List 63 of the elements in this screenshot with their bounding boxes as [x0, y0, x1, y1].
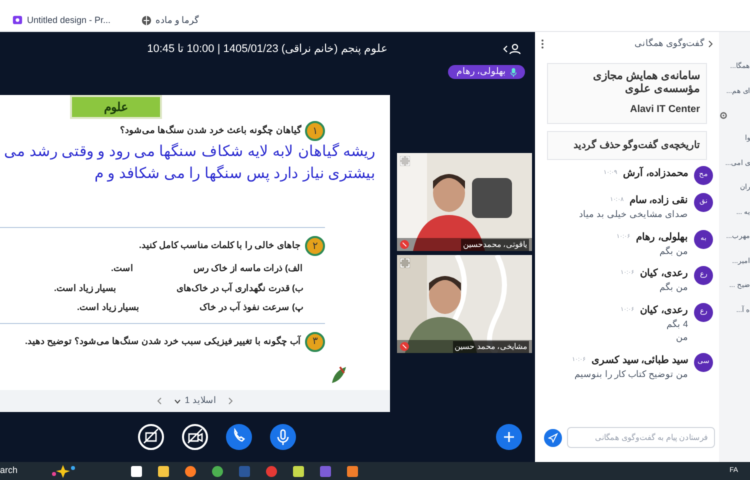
app-icon [12, 14, 23, 26]
question-number: ۳ [305, 332, 325, 352]
question-text: آب چگونه با تغییر فیزیکی سبب خرد شدن سنگ‌ها می‌شود؟ توضیح دهید. [24, 334, 301, 348]
chat-title: گفت‌وگوی همگانی [634, 37, 704, 50]
participant-name: مشایخی، محمد حسین [452, 340, 529, 352]
sender-name: نقی زاده، سام [629, 194, 688, 208]
meeting-title: علوم پنجم (خانم نراقی) 1405/01/23 | 10:00 تا 10:45 [147, 42, 388, 57]
welcome-subtitle: Alavi IT Center [628, 103, 700, 117]
bookmark-link[interactable]: گرما و ماده [140, 14, 199, 27]
slide-selector[interactable]: اسلاید 1 [174, 394, 216, 408]
globe-icon [140, 14, 152, 26]
participant-name: یاقوتی، محمدحسین [460, 238, 529, 250]
handwritten-answer: ریشه گیاهان لابه لایه شکاف سنگها می رود و وقتی رشد می [4, 142, 375, 162]
fill-in-sentence: ب) قدرت نگهداری آب در خاک‌های [176, 282, 303, 295]
message-text: صدای مشایخی خیلی بد میاد [578, 208, 688, 221]
sender-name: بهلولی، رهام [636, 230, 688, 244]
muted-microphone-icon [400, 240, 409, 249]
add-button[interactable] [496, 424, 522, 450]
slide-header: علوم [70, 95, 162, 119]
history-notice: تاریخچه‌ی گفت‌وگو حذف گردید [547, 131, 707, 160]
fill-in-ending: بسیار زیاد است. [76, 301, 140, 314]
microphone-icon [510, 68, 517, 76]
message-text: من بگم [658, 281, 688, 294]
more-options-icon[interactable] [541, 39, 544, 49]
participants-toggle-icon[interactable] [503, 43, 521, 55]
question-number: ۲ [305, 236, 325, 256]
camera-off-button[interactable] [182, 424, 208, 450]
muted-microphone-icon [400, 342, 409, 351]
square-icon[interactable] [346, 464, 359, 478]
caret-icon [174, 398, 181, 404]
message-text: 4 بگم [665, 318, 688, 331]
screen-share-off-button[interactable] [138, 424, 164, 450]
question-text: گیاهان چگونه باعث خرد شدن سنگ‌ها می‌شود؟ [120, 124, 301, 138]
sender-name: سید طبائی، سید کسری [592, 354, 688, 368]
leaf-icon [330, 365, 348, 385]
send-icon [548, 432, 558, 442]
plus-icon [503, 431, 515, 443]
question-number: ۱ [305, 121, 325, 141]
previous-slide-icon[interactable] [156, 397, 162, 405]
taskbar-search[interactable]: arch [0, 464, 88, 478]
fill-in-ending: است. [110, 262, 134, 275]
back-chevron-icon[interactable] [708, 40, 713, 48]
question-text: جاهای خالی را با کلمات مناسب کامل کنید. [138, 239, 301, 252]
handwritten-answer: بیشتری نیاز دارد پس سنگها را می شکافد و م [94, 164, 375, 184]
phone-button[interactable] [226, 424, 252, 450]
record-icon[interactable] [265, 464, 278, 478]
speaker-badge: بهلولی، رهام [448, 65, 525, 79]
sender-name: رعدی، کیان [640, 304, 688, 318]
message-text: من [675, 331, 688, 344]
sender-name: رعدی، کیان [640, 267, 688, 281]
fill-in-sentence: الف) ذرات ماسه از خاک رس [194, 262, 303, 276]
message-text: من بگم [658, 244, 688, 258]
fill-in-ending: بسیار زیاد است. [54, 282, 116, 295]
next-slide-icon[interactable] [228, 397, 234, 405]
send-button[interactable] [544, 428, 562, 446]
welcome-text: سامانه‌ی همایش مجازی مؤسسه‌ی علوی [592, 70, 700, 96]
sender-name: محمدزاده، آرش [623, 166, 688, 181]
bookmark-link[interactable]: Untitled design - Pr... [12, 14, 111, 27]
settings-icon[interactable] [719, 111, 728, 120]
message-input[interactable]: فرستادن پیام به گفت‌وگوی همگانی [567, 427, 715, 448]
message-text: من توضیح کتاب کار را بنوسیم [573, 368, 688, 381]
fill-in-sentence: پ) سرعت نفوذ آب در خاک [200, 301, 303, 314]
microphone-button[interactable] [270, 424, 296, 450]
